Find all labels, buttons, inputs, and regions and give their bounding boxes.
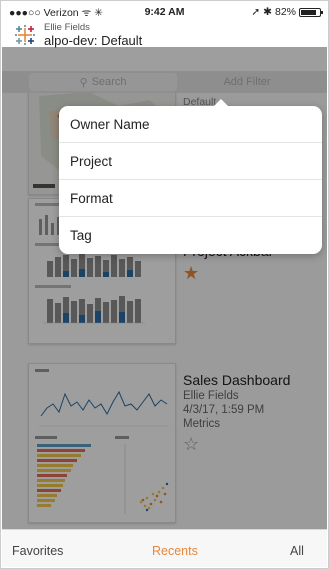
location-icon: ➚ (251, 6, 261, 18)
list-item-thumbnail[interactable] (28, 363, 176, 523)
user-name: Ellie Fields (44, 22, 90, 33)
search-bar: ⚲ Search Add Filter (2, 71, 327, 93)
workbook-title: Sales Dashboard (183, 372, 291, 388)
tab-favorites[interactable]: Favorites (12, 544, 63, 558)
filter-option-project[interactable]: Project (59, 143, 322, 180)
project-name: Metrics (183, 418, 221, 430)
battery-percent: 82% (274, 6, 296, 18)
tab-recents[interactable]: Recents (152, 544, 198, 558)
search-icon: ⚲ (79, 76, 88, 89)
filter-menu: Owner Name Project Format Tag (59, 99, 322, 254)
bluetooth-icon: ✱ (263, 6, 272, 18)
site-header[interactable]: Ellie Fields alpo-dev: Default (2, 21, 327, 48)
search-placeholder: Search (91, 76, 127, 88)
filter-option-format[interactable]: Format (59, 180, 322, 217)
status-bar: ●●●○○ Verizon ᯤ ✳ 9:42 AM ➚ ✱ 82% (2, 3, 327, 21)
filter-option-owner-name[interactable]: Owner Name (59, 106, 322, 143)
site-name: alpo-dev: Default (44, 33, 143, 48)
owner-name: Ellie Fields (183, 390, 239, 402)
tab-bar: Favorites Recents All (2, 529, 327, 567)
star-outline-icon[interactable]: ☆ (183, 434, 199, 454)
list-item-info[interactable]: Sales Dashboard Ellie Fields 4/3/17, 1:5… (183, 372, 290, 455)
search-input[interactable]: ⚲ Search (29, 73, 177, 91)
popover-caret (213, 99, 229, 107)
battery-icon (299, 7, 323, 17)
tab-all[interactable]: All (290, 544, 304, 558)
star-filled-icon[interactable]: ★ (183, 263, 199, 283)
modified-date: 4/3/17, 1:59 PM (183, 404, 265, 416)
add-filter-button[interactable]: Add Filter (177, 73, 317, 91)
status-right: ➚ ✱ 82% (251, 6, 323, 18)
filter-option-tag[interactable]: Tag (59, 217, 322, 254)
app-screen: ●●●○○ Verizon ᯤ ✳ 9:42 AM ➚ ✱ 82% Ellie … (2, 3, 327, 567)
dashboard-thumbnail (29, 364, 175, 522)
tableau-logo-icon (15, 25, 35, 45)
